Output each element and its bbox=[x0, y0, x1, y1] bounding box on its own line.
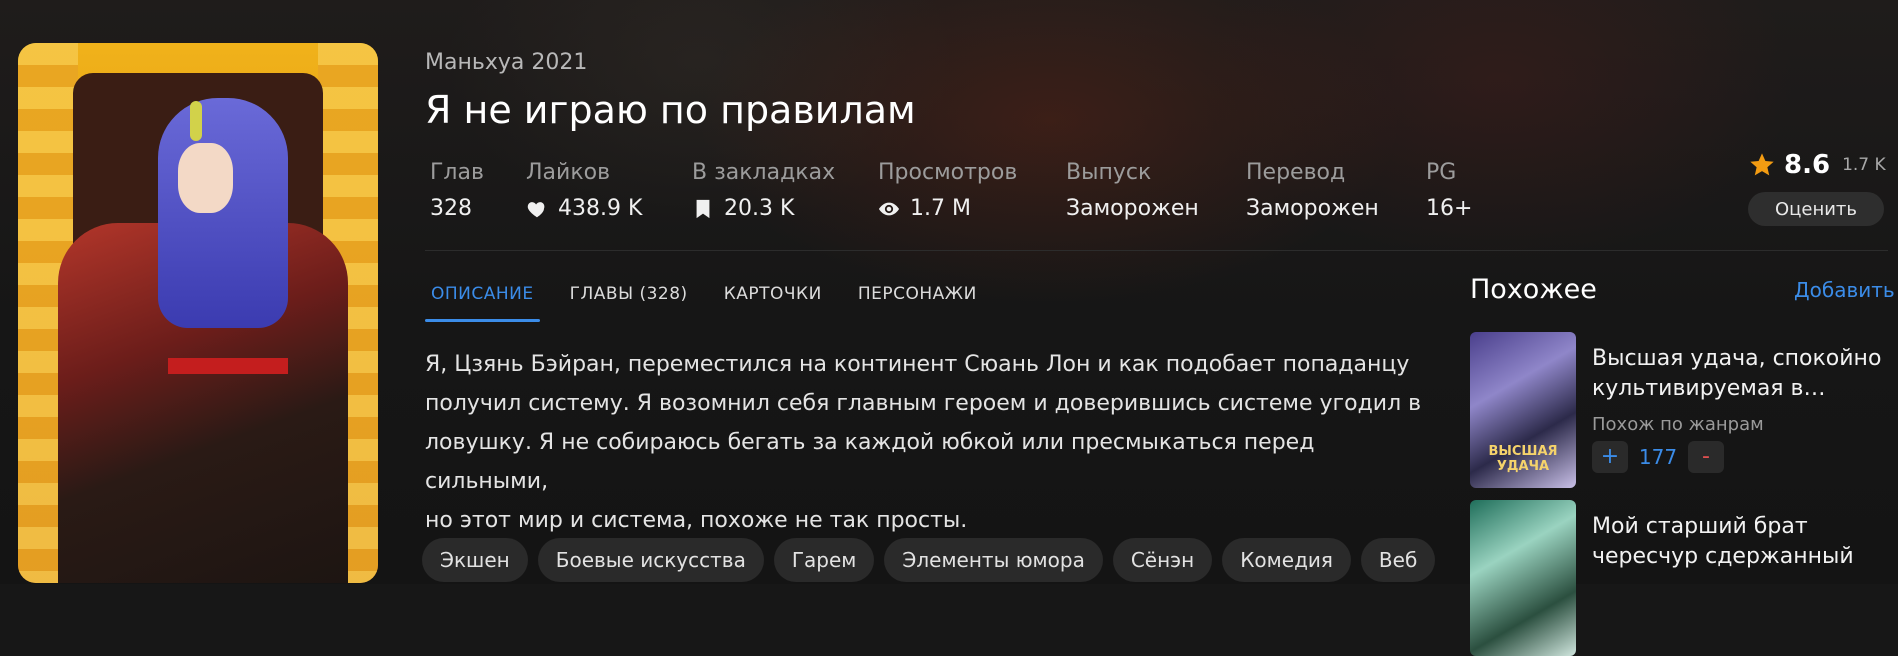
rating-summary: 8.6 1.7 K bbox=[1748, 150, 1886, 180]
heart-icon bbox=[527, 201, 545, 217]
stat-age-rating: PG 16+ bbox=[1426, 160, 1506, 221]
similar-thumbnail[interactable]: ВЫСШАЯ УДАЧА bbox=[1470, 332, 1576, 488]
similar-add-link[interactable]: Добавить bbox=[1794, 278, 1895, 302]
stat-value: Заморожен bbox=[1066, 196, 1199, 221]
tag-chip[interactable]: Боевые искусства bbox=[537, 538, 764, 582]
stat-label: Выпуск bbox=[1066, 160, 1152, 185]
tab-bar: ОПИСАНИЕ ГЛАВЫ (328) КАРТОЧКИ ПЕРСОНАЖИ bbox=[425, 270, 1007, 322]
description-line: но этот мир и система, похоже не так про… bbox=[425, 508, 968, 533]
stat-release: Выпуск Заморожен bbox=[1066, 160, 1246, 221]
stat-label: Перевод bbox=[1246, 160, 1346, 185]
tag-chip[interactable]: Гарем bbox=[773, 538, 875, 582]
stats-bar: Глав 328 Лайков 438.9 K В закладках 20.3… bbox=[430, 160, 1506, 221]
stat-value: 16+ bbox=[1426, 196, 1473, 221]
tab-chapters[interactable]: ГЛАВЫ (328) bbox=[564, 270, 694, 322]
tab-description[interactable]: ОПИСАНИЕ bbox=[425, 270, 540, 322]
rating-score: 8.6 bbox=[1784, 150, 1831, 180]
similar-reason: Похож по жанрам bbox=[1592, 414, 1764, 435]
tag-chip[interactable]: Веб bbox=[1360, 538, 1436, 582]
stat-translation: Перевод Заморожен bbox=[1246, 160, 1426, 221]
stat-value: 20.3 K bbox=[724, 196, 795, 221]
type-year-label: Маньхуа 2021 bbox=[425, 50, 588, 75]
similar-thumbnail[interactable] bbox=[1470, 500, 1576, 656]
stat-value: 438.9 K bbox=[558, 196, 643, 221]
similar-item[interactable]: Мой старший брат чересчур сдержанный bbox=[1470, 500, 1890, 656]
stat-bookmarks[interactable]: В закладках 20.3 K bbox=[692, 160, 878, 221]
stat-label: Лайков bbox=[526, 160, 611, 185]
stat-label: Просмотров bbox=[878, 160, 1018, 185]
tag-chip[interactable]: Экшен bbox=[422, 538, 528, 582]
description-text: Я, Цзянь Бэйран, переместился на контине… bbox=[425, 345, 1425, 540]
page-title: Я не играю по правилам bbox=[425, 88, 916, 132]
cover-image bbox=[18, 43, 378, 583]
header-divider bbox=[425, 250, 1888, 251]
stat-value: 328 bbox=[430, 196, 472, 221]
description-line: получил систему. Я возомнил себя главным… bbox=[425, 391, 1422, 416]
vote-count: 177 bbox=[1638, 445, 1678, 469]
description-line: ловушку. Я не собираюсь бегать за каждой… bbox=[425, 430, 1315, 494]
stat-likes[interactable]: Лайков 438.9 K bbox=[526, 160, 692, 221]
eye-icon bbox=[878, 202, 900, 215]
tab-characters[interactable]: ПЕРСОНАЖИ bbox=[852, 270, 983, 322]
thumbnail-title-art: ВЫСШАЯ УДАЧА bbox=[1488, 444, 1558, 474]
stat-label: PG bbox=[1426, 160, 1457, 185]
tag-chip[interactable]: Сёнэн bbox=[1112, 538, 1213, 582]
vote-down-button[interactable]: - bbox=[1688, 441, 1724, 473]
bookmark-icon bbox=[696, 199, 710, 218]
similar-votes: + 177 - bbox=[1592, 441, 1890, 473]
stat-value: Заморожен bbox=[1246, 196, 1379, 221]
star-icon bbox=[1750, 153, 1774, 176]
stat-chapters: Глав 328 bbox=[430, 160, 526, 221]
vote-up-button[interactable]: + bbox=[1592, 441, 1628, 473]
rating-count: 1.7 K bbox=[1842, 155, 1886, 175]
stat-label: В закладках bbox=[692, 160, 836, 185]
similar-heading: Похожее bbox=[1470, 274, 1597, 305]
description-line: Я, Цзянь Бэйран, переместился на контине… bbox=[425, 352, 1410, 377]
tag-chip[interactable]: Комедия bbox=[1222, 538, 1351, 582]
genre-tags: Экшен Боевые искусства Гарем Элементы юм… bbox=[422, 538, 1436, 582]
similar-title[interactable]: Мой старший брат чересчур сдержанный bbox=[1592, 512, 1890, 572]
similar-item[interactable]: ВЫСШАЯ УДАЧА Высшая удача, спокойно куль… bbox=[1470, 332, 1890, 488]
tab-cards[interactable]: КАРТОЧКИ bbox=[718, 270, 828, 322]
stat-label: Глав bbox=[430, 160, 484, 185]
rate-button[interactable]: Оценить bbox=[1748, 192, 1884, 226]
similar-title[interactable]: Высшая удача, спокойно культивируемая в… bbox=[1592, 344, 1890, 404]
tag-chip[interactable]: Элементы юмора bbox=[884, 538, 1103, 582]
stat-value: 1.7 M bbox=[910, 196, 971, 221]
stat-views: Просмотров 1.7 M bbox=[878, 160, 1066, 221]
